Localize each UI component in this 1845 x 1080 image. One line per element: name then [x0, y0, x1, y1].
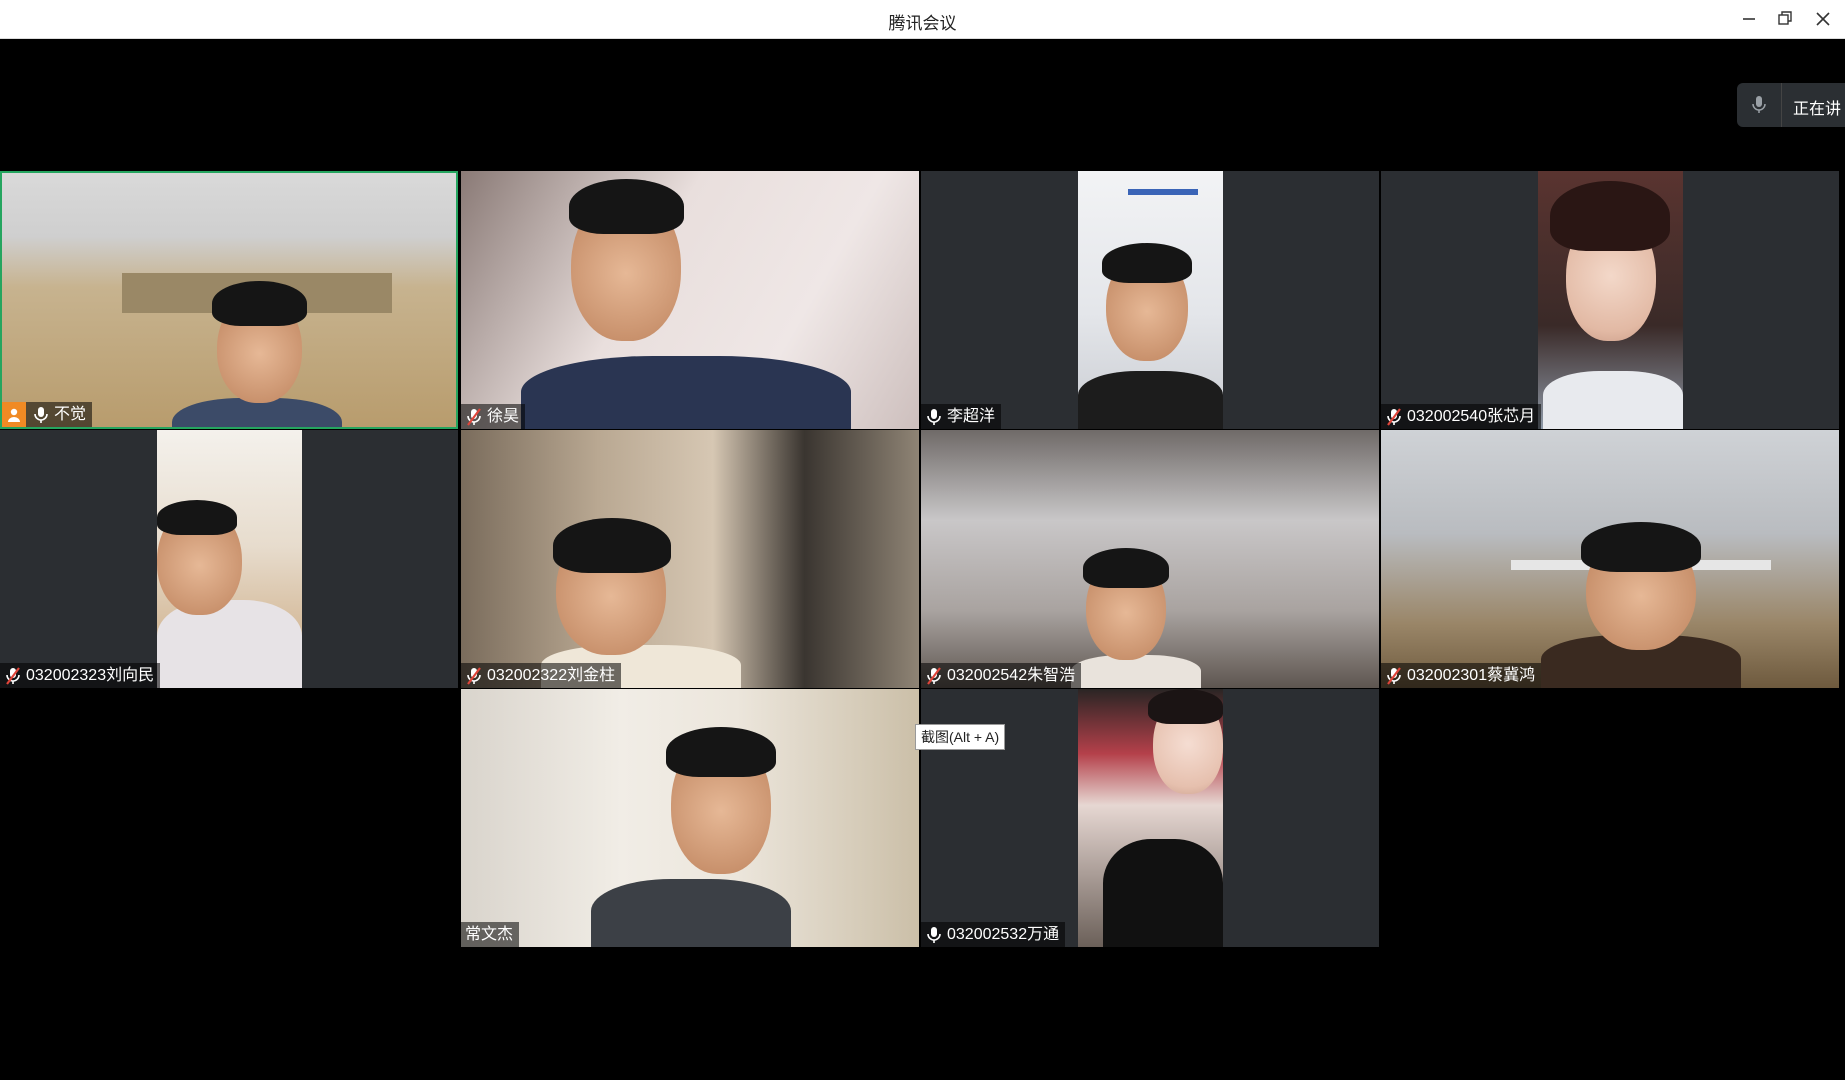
participant-tile-9[interactable]: 常文杰: [461, 689, 919, 947]
video-feed: [461, 689, 919, 947]
person-hair: [1102, 243, 1192, 283]
microphone-muted-icon: [925, 666, 943, 685]
participant-tile-5[interactable]: 032002323刘向民: [0, 430, 458, 688]
person-body: [1071, 655, 1201, 688]
person-hair: [569, 179, 684, 234]
participant-name-tag: 032002323刘向民: [0, 663, 161, 688]
window-title: 腾讯会议: [888, 14, 957, 33]
participant-tile-3[interactable]: 李超洋: [921, 171, 1379, 429]
person-body: [1078, 371, 1223, 429]
video-feed: [921, 430, 1379, 688]
host-user-icon: [2, 402, 26, 427]
participant-name-tag: 032002540张芯月: [1381, 404, 1542, 429]
video-feed: [2, 173, 456, 427]
person-hair: [212, 281, 307, 326]
participant-name: 032002323刘向民: [26, 667, 155, 684]
wall-decoration: [1128, 189, 1198, 195]
microphone-muted-icon: [4, 666, 22, 685]
microphone-muted-icon: [465, 666, 483, 685]
participant-tile-7[interactable]: 032002542朱智浩: [921, 430, 1379, 688]
participant-name-tag: 032002542朱智浩: [921, 663, 1082, 688]
speaking-indicator[interactable]: 正在讲: [1737, 83, 1845, 127]
microphone-muted-icon: [1385, 666, 1403, 685]
video-feed: [157, 430, 302, 688]
microphone-muted-icon: [465, 407, 483, 426]
microphone-icon: [925, 407, 943, 426]
participant-name: 032002540张芯月: [1407, 408, 1536, 425]
speaking-label: 正在讲: [1793, 101, 1842, 118]
participant-tile-2[interactable]: 徐昊: [461, 171, 919, 429]
minimize-button[interactable]: [1736, 6, 1762, 32]
participant-name-tag: 032002301蔡冀鸿: [1381, 663, 1542, 688]
person-hair: [1148, 689, 1223, 724]
person-body: [1543, 371, 1683, 429]
participant-name-tag: 032002322刘金柱: [461, 663, 622, 688]
participant-name: 032002532万通: [947, 926, 1060, 943]
microphone-icon: [1737, 83, 1782, 127]
video-feed: [1538, 171, 1683, 429]
person-hair: [1083, 548, 1169, 588]
participant-name: 032002542朱智浩: [947, 667, 1076, 684]
video-feed: [461, 171, 919, 429]
person-body: [1103, 839, 1223, 947]
person-hair: [1550, 181, 1670, 251]
participant-name: 常文杰: [465, 926, 514, 943]
restore-button[interactable]: [1772, 6, 1798, 32]
participant-tile-4[interactable]: 032002540张芯月: [1381, 171, 1839, 429]
participant-name-tag: 032002532万通: [921, 922, 1066, 947]
person-hair: [1581, 522, 1701, 572]
participant-tile-8[interactable]: 032002301蔡冀鸿: [1381, 430, 1839, 688]
person-hair: [666, 727, 776, 777]
participant-name: 李超洋: [947, 408, 996, 425]
person-body: [591, 879, 791, 947]
person-body: [521, 356, 851, 429]
participant-name: 不觉: [54, 406, 87, 423]
person-hair: [157, 500, 237, 535]
video-feed: [1381, 430, 1839, 688]
participant-tile-6[interactable]: 032002322刘金柱: [461, 430, 919, 688]
participant-name: 032002301蔡冀鸿: [1407, 667, 1536, 684]
person-body: [157, 600, 302, 688]
participant-tile-1[interactable]: 不觉: [0, 171, 458, 429]
microphone-muted-icon: [1385, 407, 1403, 426]
restore-icon: [1778, 11, 1792, 25]
participant-name-tag: 李超洋: [921, 404, 1002, 429]
person-hair: [553, 518, 671, 573]
close-button[interactable]: [1810, 6, 1836, 32]
video-feed: [461, 430, 919, 688]
participant-name-tag: 徐昊: [461, 404, 526, 429]
participant-name: 032002322刘金柱: [487, 667, 616, 684]
video-feed: [1078, 171, 1223, 429]
title-bar: 腾讯会议: [0, 0, 1845, 39]
minimize-icon: [1743, 18, 1755, 20]
participant-name: 徐昊: [487, 408, 520, 425]
screenshot-tooltip: 截图(Alt + A): [915, 724, 1006, 750]
video-feed: [1078, 689, 1223, 947]
participant-name-tag: 不觉: [2, 402, 93, 427]
microphone-icon: [925, 925, 943, 944]
microphone-icon: [32, 405, 50, 424]
participant-name-tag: 常文杰: [461, 922, 520, 947]
close-icon: [1816, 12, 1830, 26]
